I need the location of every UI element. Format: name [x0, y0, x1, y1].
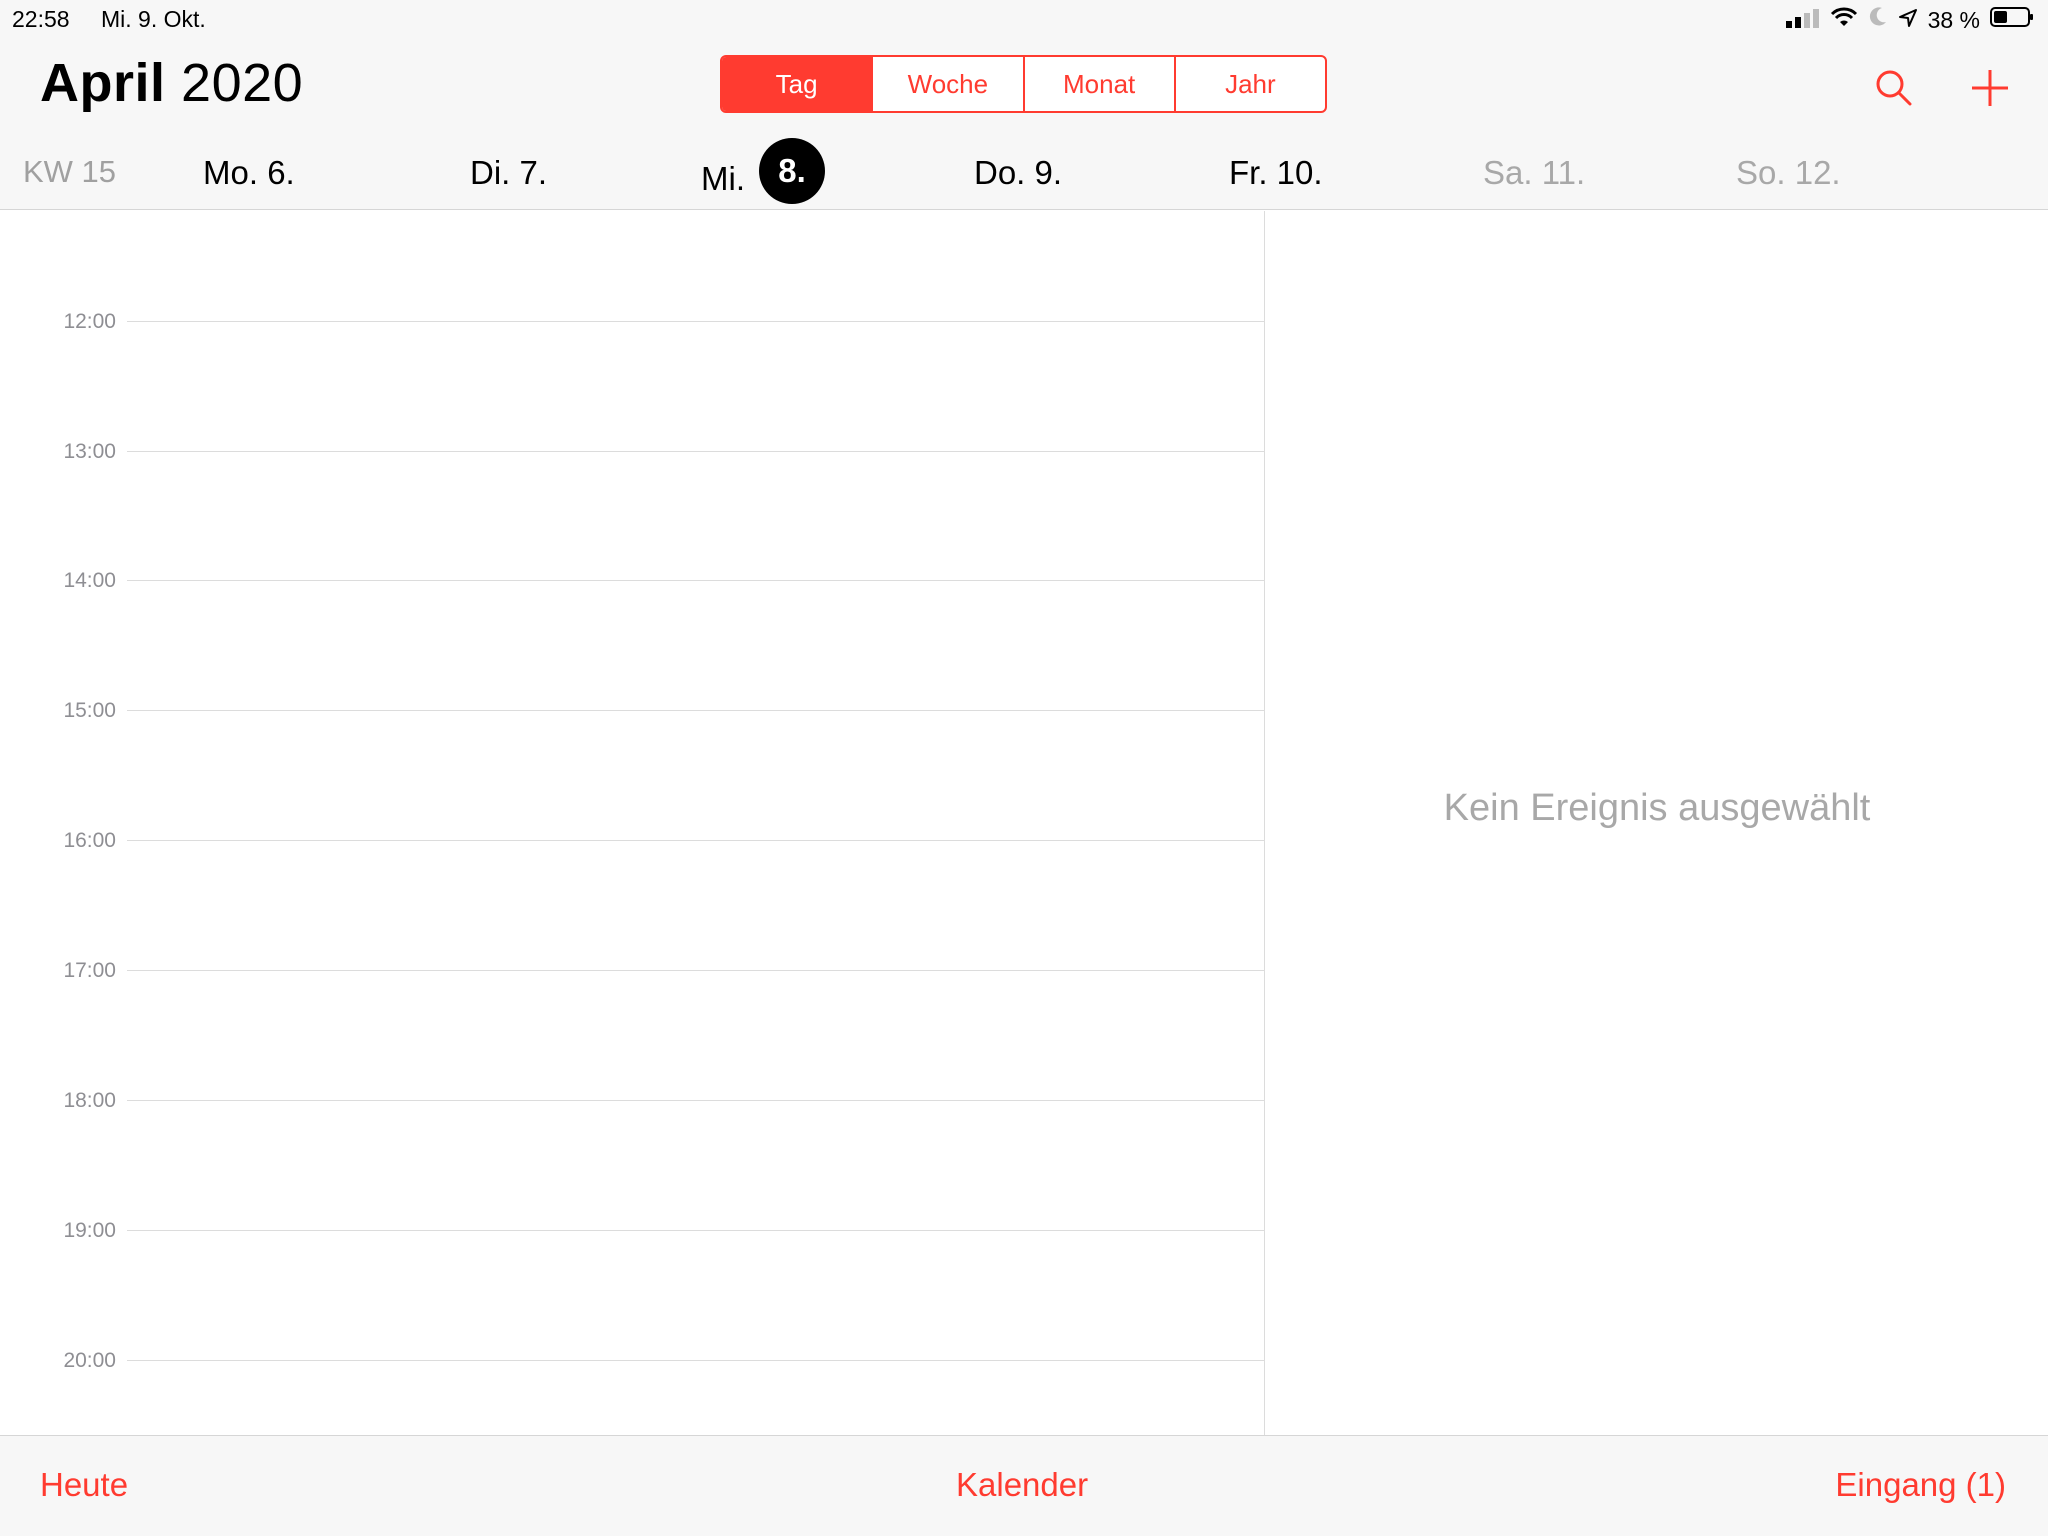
day-number: 10. [1276, 154, 1323, 191]
add-event-button[interactable] [1960, 58, 2020, 118]
hour-line [127, 970, 1265, 971]
calendars-button[interactable]: Kalender [956, 1466, 1088, 1504]
day-label: Fr. [1229, 154, 1268, 191]
hour-label: 12:00 [63, 310, 116, 333]
hour-line [127, 710, 1265, 711]
tab-day[interactable]: Tag [722, 57, 874, 111]
today-button[interactable]: Heute [40, 1466, 128, 1504]
week-number: KW 15 [23, 154, 117, 189]
hour-label: 14:00 [63, 569, 116, 592]
search-icon [1876, 70, 1912, 106]
day-label: Sa. [1483, 154, 1533, 191]
battery-icon [1990, 6, 2034, 34]
hour-label: 20:00 [63, 1349, 116, 1372]
hour-label: 19:00 [63, 1219, 116, 1242]
battery-percent: 38 % [1927, 6, 1980, 33]
event-detail-pane: Kein Ereignis ausgewählt [1266, 211, 2048, 1435]
day-label: So. [1736, 154, 1786, 191]
tab-year[interactable]: Jahr [1176, 57, 1325, 111]
hour-line [127, 1100, 1265, 1101]
tab-month[interactable]: Monat [1025, 57, 1176, 111]
plus-icon [1972, 70, 2008, 106]
wifi-icon [1830, 6, 1858, 34]
day-thursday[interactable]: Do. 9. [974, 154, 1062, 192]
day-number: 9. [1034, 154, 1063, 191]
day-saturday[interactable]: Sa. 11. [1483, 154, 1585, 192]
signal-icon [1785, 7, 1820, 34]
hour-line [127, 451, 1265, 452]
day-friday[interactable]: Fr. 10. [1229, 154, 1323, 192]
hour-label: 16:00 [63, 829, 116, 852]
hour-label: 13:00 [63, 440, 116, 463]
status-date: Mi. 9. Okt. [101, 6, 206, 32]
hour-line [127, 1360, 1265, 1361]
status-time: 22:58 [12, 6, 70, 32]
location-icon [1898, 7, 1918, 34]
month-title[interactable]: April 2020 [40, 52, 303, 114]
day-number: 12. [1794, 154, 1841, 191]
hour-line [127, 580, 1265, 581]
tab-week[interactable]: Woche [873, 57, 1025, 111]
day-number: 11. [1541, 154, 1586, 191]
calendar-header: April 2020 Tag Woche Monat Jahr KW 15 Mo… [0, 40, 2048, 210]
selected-day-badge: 8. [759, 138, 825, 204]
moon-icon [1868, 6, 1888, 34]
month-label: April [40, 53, 166, 113]
status-bar: 22:58 Mi. 9. Okt. 38 % [0, 0, 2048, 40]
week-row: KW 15 Mo. 6. Di. 7. Mi. 8. Do. 9. Fr. 10… [0, 138, 2048, 210]
hour-line [127, 321, 1265, 322]
hour-label: 17:00 [63, 959, 116, 982]
day-number: 7. [519, 154, 548, 191]
day-label: Do. [974, 154, 1026, 191]
day-label: Mo. [203, 154, 259, 191]
day-label: Di. [470, 154, 511, 191]
day-wednesday[interactable]: Mi. 8. [701, 138, 825, 204]
year-label: 2020 [181, 53, 304, 113]
search-button[interactable] [1864, 58, 1924, 118]
day-number: 6. [267, 154, 295, 191]
hour-label: 15:00 [63, 699, 116, 722]
hour-line [127, 1230, 1265, 1231]
day-label: Mi. [701, 160, 745, 197]
no-event-message: Kein Ereignis ausgewählt [1443, 786, 1871, 829]
day-sunday[interactable]: So. 12. [1736, 154, 1841, 192]
day-tuesday[interactable]: Di. 7. [470, 154, 547, 192]
bottom-toolbar: Heute Kalender Eingang (1) [0, 1435, 2048, 1536]
day-monday[interactable]: Mo. 6. [203, 154, 295, 192]
view-switcher: Tag Woche Monat Jahr [720, 55, 1327, 113]
calendar-screen: 22:58 Mi. 9. Okt. 38 % April 2020 Tag Wo… [0, 0, 2048, 1536]
hour-label: 18:00 [63, 1089, 116, 1112]
status-icons: 38 % [1785, 6, 2034, 34]
hour-line [127, 840, 1265, 841]
day-timeline[interactable]: 12:00 13:00 14:00 15:00 16:00 17:00 18:0… [0, 211, 1265, 1435]
inbox-button[interactable]: Eingang (1) [1835, 1466, 2006, 1504]
